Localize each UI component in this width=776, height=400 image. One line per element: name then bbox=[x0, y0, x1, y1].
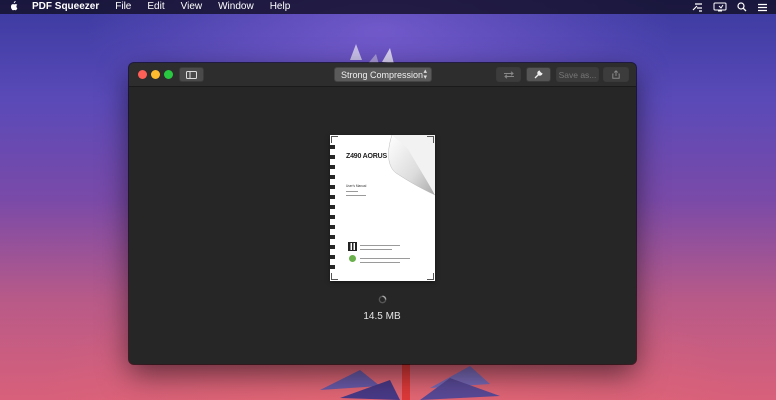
swap-arrows-icon bbox=[503, 70, 514, 79]
pdf-squeezer-window: Strong Compression ▴ ▾ Save as... Z490 AO… bbox=[129, 63, 636, 364]
display-icon[interactable] bbox=[713, 2, 727, 12]
menu-edit[interactable]: Edit bbox=[139, 0, 172, 14]
share-button[interactable] bbox=[603, 67, 629, 82]
script-icon[interactable] bbox=[692, 2, 703, 12]
chevron-updown-icon: ▴ ▾ bbox=[423, 68, 427, 81]
page-curl-graphic bbox=[388, 135, 435, 196]
apple-menu-icon[interactable] bbox=[0, 0, 26, 14]
menu-extras bbox=[692, 2, 776, 12]
convert-button[interactable] bbox=[496, 67, 521, 82]
progress-spinner-icon bbox=[378, 295, 387, 304]
wrench-icon bbox=[534, 70, 543, 79]
window-toolbar: Strong Compression ▴ ▾ Save as... bbox=[129, 63, 636, 87]
menu-bar: PDF Squeezer File Edit View Window Help bbox=[0, 0, 776, 14]
file-size-label: 14.5 MB bbox=[363, 311, 401, 322]
compression-preset-popup[interactable]: Strong Compression ▴ ▾ bbox=[334, 67, 432, 82]
menu-file[interactable]: File bbox=[107, 0, 139, 14]
menu-window[interactable]: Window bbox=[210, 0, 262, 14]
settings-button[interactable] bbox=[526, 67, 551, 82]
crop-mark bbox=[427, 136, 434, 143]
share-icon bbox=[612, 70, 620, 79]
zoom-window-button[interactable] bbox=[164, 70, 173, 79]
save-as-button[interactable]: Save as... bbox=[556, 67, 599, 82]
wallpaper-plant-bottom bbox=[320, 362, 500, 400]
toggle-sidebar-button[interactable] bbox=[179, 67, 204, 82]
save-as-label: Save as... bbox=[558, 69, 597, 80]
crop-mark bbox=[331, 273, 338, 280]
minimize-window-button[interactable] bbox=[151, 70, 160, 79]
crop-mark bbox=[427, 273, 434, 280]
menu-view[interactable]: View bbox=[173, 0, 211, 14]
menu-help[interactable]: Help bbox=[262, 0, 299, 14]
compression-preset-label: Strong Compression bbox=[341, 69, 424, 80]
pdf-page-thumbnail[interactable]: Z490 AORUS M User's Manual bbox=[330, 135, 435, 281]
sidebar-icon bbox=[186, 70, 197, 79]
menu-app-name[interactable]: PDF Squeezer bbox=[26, 0, 107, 14]
close-window-button[interactable] bbox=[138, 70, 147, 79]
list-icon[interactable] bbox=[757, 3, 768, 12]
search-icon[interactable] bbox=[737, 2, 747, 12]
crop-mark bbox=[331, 136, 338, 143]
